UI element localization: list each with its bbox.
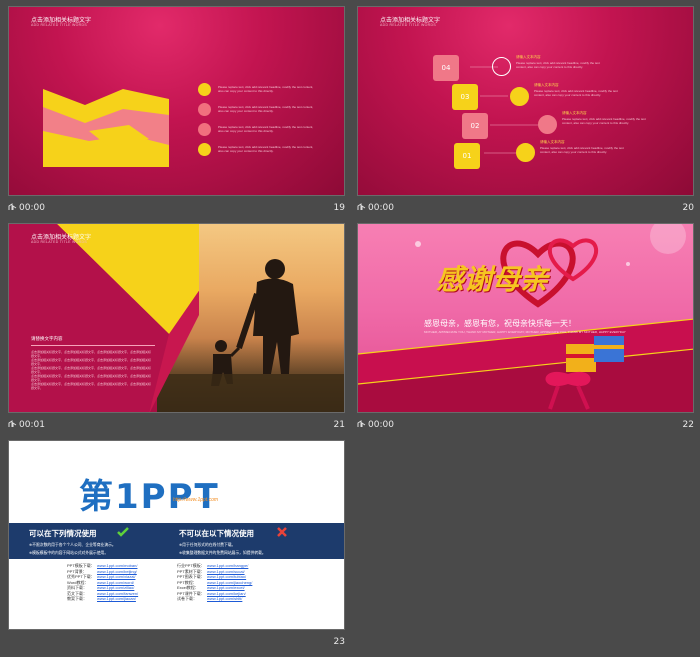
- body-text: 点击添加相关标题文字，点击添加相关标题文字，点击添加相关标题文字，点击添加相关标…: [31, 350, 152, 390]
- slide-meta: 00:01 21: [8, 420, 345, 434]
- resource-link[interactable]: www.1ppt.com/sucai/: [207, 569, 245, 574]
- resource-link[interactable]: www.1ppt.com/shiti/: [207, 596, 242, 601]
- greeting-tagline-en: MOTHER, APPRECIATE YOU, THANK MY MOTHER,…: [424, 330, 626, 334]
- slide-preview-22[interactable]: 感谢母亲 感恩母亲，感恩有您，祝母亲快乐每一天！ MOTHER, APPRECI…: [357, 223, 694, 413]
- link-row: 教案下载： www.1ppt.com/jiaoan/: [67, 596, 136, 601]
- link-row: 试卷下载： www.1ppt.com/shiti/: [177, 596, 243, 601]
- ribbon-shape: [43, 89, 169, 167]
- feature-text: Please replace text, click add relevant …: [218, 125, 314, 133]
- resource-link[interactable]: www.1ppt.com/moban/: [97, 563, 137, 568]
- feature-text: Please replace text, click add relevant …: [218, 85, 314, 93]
- slide-time: 00:00: [19, 203, 45, 213]
- slide-preview-19[interactable]: 点击添加相关标题文字 ADD RELATED TITLE WORDS Pleas…: [8, 6, 345, 196]
- slide-meta: 00:00 20: [357, 203, 694, 217]
- slide-timing-icon: [8, 420, 17, 427]
- pencil-icon: [510, 87, 529, 106]
- usage-terms-band: 可以在下列情况使用 不可以在以下情况使用 ※不限次数的用于各个个人公司、企业等商…: [9, 523, 344, 559]
- slide-subtitle: ADD RELATED TITLE WORDS: [31, 240, 87, 244]
- section-label: 请替换文字内容: [31, 336, 63, 341]
- slide-meta: 00:00 22: [357, 420, 694, 434]
- feature-row: Please replace text, click add relevant …: [198, 103, 318, 117]
- slide-preview-23[interactable]: 第1PPT http://www.1ppt.com 可以在下列情况使用 不可以在…: [8, 440, 345, 630]
- slide-timing-icon: [8, 203, 17, 210]
- slide-number: 23: [333, 637, 345, 647]
- resource-link[interactable]: www.1ppt.com/beijing/: [97, 569, 137, 574]
- brand-logo: 第1PPT: [79, 477, 220, 517]
- feature-row: Please replace text, click add relevant …: [198, 143, 318, 157]
- resource-link[interactable]: www.1ppt.com/tubiao/: [207, 574, 246, 579]
- slide-time: 00:01: [19, 420, 45, 430]
- links-right: 行业PPT模板： www.1ppt.com/hangye/ PPT素材下载： www…: [177, 563, 252, 602]
- feature-row: Please replace text, click add relevant …: [198, 83, 318, 97]
- resource-link[interactable]: www.1ppt.com/kejian/: [207, 591, 246, 596]
- resource-link[interactable]: www.1ppt.com/fanwen/: [97, 591, 138, 596]
- cross-icon: [277, 527, 287, 537]
- resource-link[interactable]: www.1ppt.com/excel/: [207, 585, 245, 590]
- step-box-03: 03: [452, 84, 478, 110]
- links-left: PPT模板下载： www.1ppt.com/moban/ PPT背景： www.1p…: [67, 563, 138, 602]
- can-use-line: ※不限次数的用于各个个人公司、企业等商业演示。: [29, 543, 116, 547]
- slide-timing-icon: [357, 420, 366, 427]
- resource-link[interactable]: www.1ppt.com/xiazai/: [97, 574, 135, 579]
- cannot-use-line: ※收集整理数据文件的免费网站展示，如提供转载。: [179, 551, 266, 555]
- step-text-02: 请输入文本内容 Please replace text, click add r…: [562, 111, 646, 125]
- cup-icon: [198, 143, 211, 156]
- can-use-title: 可以在下列情况使用: [29, 529, 97, 538]
- slide-meta: 00:00 19: [8, 203, 345, 217]
- resource-link[interactable]: www.1ppt.com/jiaocheng/: [207, 580, 252, 585]
- slide-timing-icon: [357, 203, 366, 210]
- slide-number: 22: [682, 420, 694, 430]
- resource-link[interactable]: www.1ppt.com/hangye/: [207, 563, 248, 568]
- divider: [31, 345, 155, 346]
- step-text-03: 请输入文本内容 Please replace text, click add r…: [534, 83, 618, 97]
- step-box-04: 04: [433, 55, 459, 81]
- screen-icon: [516, 143, 535, 162]
- greeting-headline: 感谢母亲: [436, 263, 549, 296]
- slide-time: 00:00: [368, 420, 394, 430]
- greeting-tagline: 感恩母亲，感恩有您，祝母亲快乐每一天！: [424, 319, 576, 328]
- resource-link[interactable]: www.1ppt.com/word/: [97, 580, 134, 585]
- can-use-line: ※模板模板中的内容于网站公式对外展示使用。: [29, 551, 109, 555]
- step-box-02: 02: [462, 113, 488, 139]
- heart-icon: [538, 115, 557, 134]
- feature-row: Please replace text, click add relevant …: [198, 123, 318, 137]
- resource-link[interactable]: www.1ppt.com/jiaoan/: [97, 596, 136, 601]
- slide-time: 00:00: [368, 203, 394, 213]
- resource-link[interactable]: www.1ppt.com/ziliao/: [97, 585, 134, 590]
- bulb-icon: [198, 83, 211, 96]
- cannot-use-title: 不可以在以下情况使用: [179, 529, 254, 538]
- slide-meta: 23: [8, 637, 345, 651]
- step-text-01: 请输入文本内容 Please replace text, click add r…: [540, 140, 624, 154]
- feature-text: Please replace text, click add relevant …: [218, 145, 314, 153]
- check-icon: [117, 527, 129, 537]
- cannot-use-line: ※用于任何形式的在线付费下载。: [179, 543, 236, 547]
- slide-number: 21: [333, 420, 345, 430]
- slide-number: 20: [682, 203, 694, 213]
- step-box-01: 01: [454, 143, 480, 169]
- slide-number: 19: [333, 203, 345, 213]
- logo-url: http://www.1ppt.com: [173, 497, 219, 503]
- gear-icon: [492, 57, 511, 76]
- step-text-04: 请输入文本内容 Please replace text, click add r…: [516, 55, 600, 69]
- phone-icon: [198, 123, 211, 136]
- slide-preview-21[interactable]: 点击添加相关标题文字 ADD RELATED TITLE WORDS 请替换文字…: [8, 223, 345, 413]
- feature-text: Please replace text, click add relevant …: [218, 105, 314, 113]
- tag-icon: [198, 103, 211, 116]
- slide-preview-20[interactable]: 点击添加相关标题文字 ADD RELATED TITLE WORDS 04 03…: [357, 6, 694, 196]
